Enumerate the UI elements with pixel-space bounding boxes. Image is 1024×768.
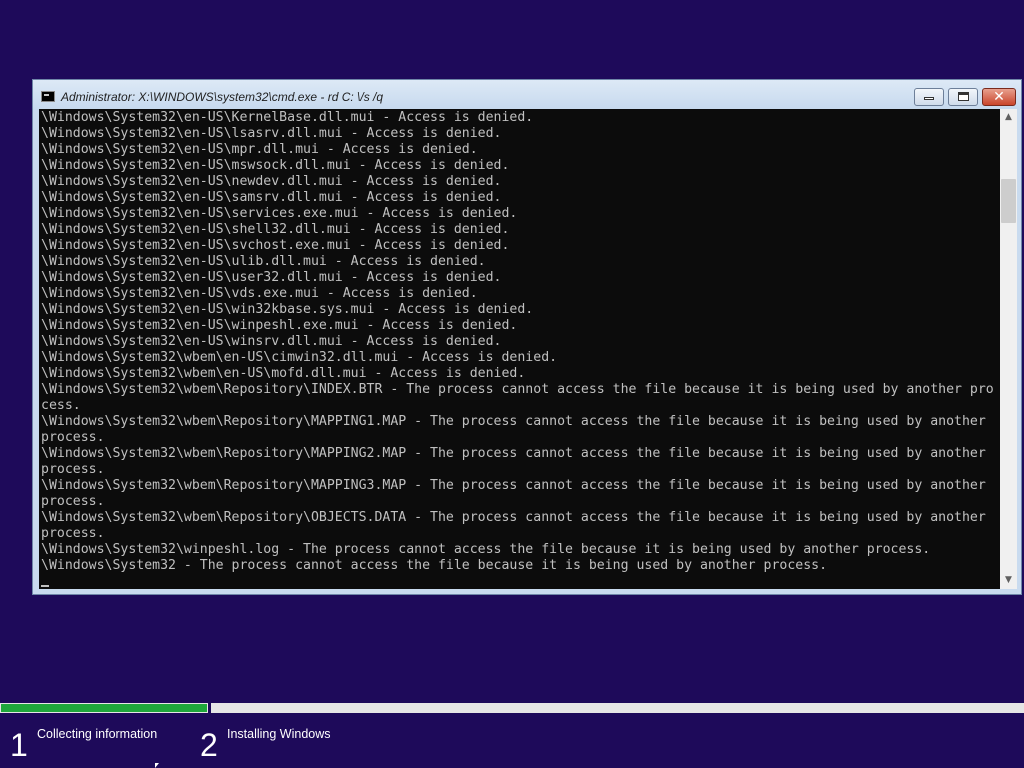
- mouse-pointer-icon: [155, 763, 159, 768]
- console-line: \Windows\System32\winpeshl.log - The pro…: [41, 542, 931, 557]
- console-line: \Windows\System32\en-US\KernelBase.dll.m…: [41, 110, 534, 125]
- console-line: \Windows\System32\wbem\en-US\cimwin32.dl…: [41, 350, 558, 365]
- close-icon: ✕: [993, 89, 1005, 105]
- console-line: \Windows\System32\wbem\Repository\OBJECT…: [41, 510, 986, 525]
- progress-segment-installing: [211, 703, 1024, 713]
- vertical-scrollbar[interactable]: ▲ ▼: [1000, 109, 1017, 589]
- console-line: \Windows\System32\en-US\user32.dll.mui -…: [41, 270, 502, 285]
- title-bar[interactable]: Administrator: X:\WINDOWS\system32\cmd.e…: [33, 80, 1021, 110]
- console-line: \Windows\System32\en-US\svchost.exe.mui …: [41, 238, 510, 253]
- scroll-down-icon[interactable]: ▼: [1000, 572, 1017, 589]
- console-line: \Windows\System32\en-US\winpeshl.exe.mui…: [41, 318, 518, 333]
- console-line: \Windows\System32\en-US\mpr.dll.mui - Ac…: [41, 142, 478, 157]
- scroll-thumb[interactable]: [1001, 179, 1016, 223]
- console-line: \Windows\System32\en-US\newdev.dll.mui -…: [41, 174, 502, 189]
- progress-fill: [1, 704, 207, 712]
- progress-segment-collecting: [0, 703, 208, 713]
- console-line: cess.: [41, 398, 81, 413]
- cmd-window[interactable]: Administrator: X:\WINDOWS\system32\cmd.e…: [32, 79, 1022, 595]
- setup-progress-bar: [0, 701, 1024, 713]
- console-line: process.: [41, 462, 105, 477]
- minimize-button[interactable]: [914, 88, 944, 106]
- console-output[interactable]: \Windows\System32\en-US\KernelBase.dll.m…: [39, 109, 1000, 589]
- console-line: \Windows\System32\en-US\samsrv.dll.mui -…: [41, 190, 502, 205]
- console-line: \Windows\System32\wbem\en-US\mofd.dll.mu…: [41, 366, 526, 381]
- console-line: \Windows\System32\en-US\lsasrv.dll.mui -…: [41, 126, 502, 141]
- console-line: \Windows\System32\en-US\vds.exe.mui - Ac…: [41, 286, 478, 301]
- console-line: \Windows\System32\en-US\win32kbase.sys.m…: [41, 302, 534, 317]
- close-button[interactable]: ✕: [982, 88, 1016, 106]
- scroll-up-icon[interactable]: ▲: [1000, 109, 1017, 126]
- console-line: \Windows\System32\wbem\Repository\MAPPIN…: [41, 478, 986, 493]
- console-line: \Windows\System32\en-US\winsrv.dll.mui -…: [41, 334, 502, 349]
- console-line: process.: [41, 494, 105, 509]
- minimize-icon: [924, 97, 934, 100]
- step-2-label: Installing Windows: [227, 727, 331, 741]
- window-title: Administrator: X:\WINDOWS\system32\cmd.e…: [61, 90, 384, 104]
- step-2-number: 2: [200, 727, 218, 763]
- maximize-button[interactable]: [948, 88, 978, 106]
- setup-background: Administrator: X:\WINDOWS\system32\cmd.e…: [0, 0, 1024, 768]
- console-line: \Windows\System32\en-US\ulib.dll.mui - A…: [41, 254, 486, 269]
- maximize-icon: [958, 92, 969, 101]
- console-line: \Windows\System32\wbem\Repository\INDEX.…: [41, 382, 994, 397]
- step-1-label: Collecting information: [37, 727, 158, 741]
- console-text: \Windows\System32\en-US\KernelBase.dll.m…: [41, 110, 999, 574]
- console-line: \Windows\System32\wbem\Repository\MAPPIN…: [41, 414, 986, 429]
- console-line: \Windows\System32\en-US\shell32.dll.mui …: [41, 222, 510, 237]
- console-line: \Windows\System32\wbem\Repository\MAPPIN…: [41, 446, 986, 461]
- console-line: \Windows\System32\en-US\mswsock.dll.mui …: [41, 158, 510, 173]
- console-line: \Windows\System32\en-US\services.exe.mui…: [41, 206, 518, 221]
- console-line: process.: [41, 526, 105, 541]
- step-1-number: 1: [10, 727, 28, 763]
- cmd-icon: [41, 91, 55, 102]
- console-line: process.: [41, 430, 105, 445]
- text-cursor: [41, 585, 49, 587]
- console-line: \Windows\System32 - The process cannot a…: [41, 558, 828, 573]
